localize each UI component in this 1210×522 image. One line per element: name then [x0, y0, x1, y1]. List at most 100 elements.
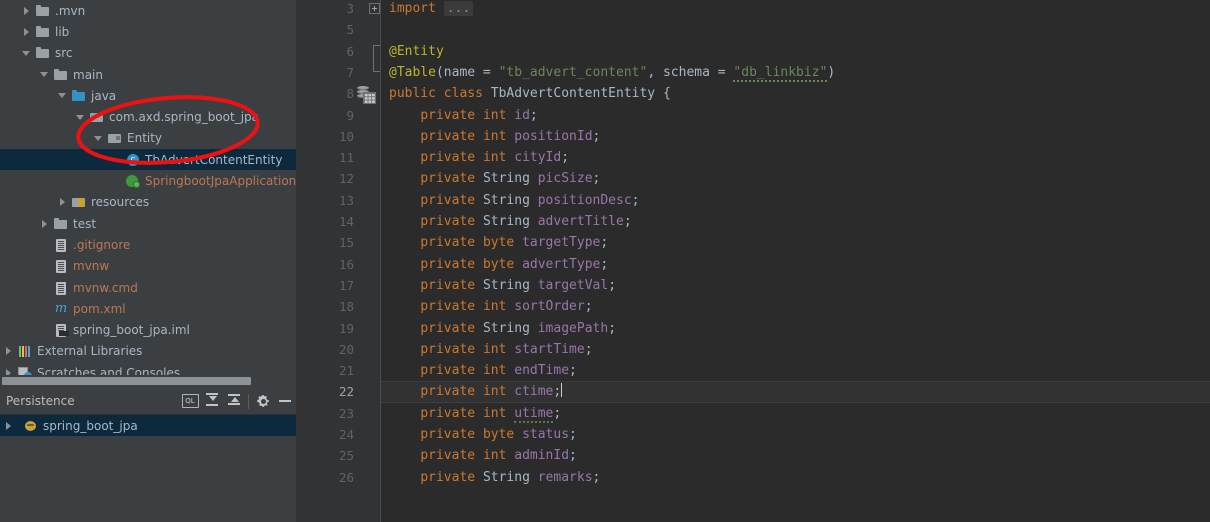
code-line[interactable]: private String picSize;	[381, 168, 1210, 189]
tree-item-label: pom.xml	[73, 301, 126, 316]
tree-item-src[interactable]: src	[0, 43, 296, 64]
fold-collapse-icon[interactable]	[368, 57, 380, 83]
chevron-right-icon[interactable]	[4, 367, 15, 375]
folder-icon	[35, 45, 51, 61]
persistence-item-spring-boot-jpa[interactable]: spring_boot_jpa	[0, 415, 296, 436]
code-token: "db_linkbiz"	[733, 64, 828, 82]
code-token: targetType	[522, 235, 601, 251]
code-line[interactable]: private String positionDesc;	[381, 190, 1210, 211]
code-line[interactable]: private String targetVal;	[381, 275, 1210, 296]
code-line[interactable]: private byte status;	[381, 424, 1210, 445]
tree-item-spring-boot-jpa-iml[interactable]: spring_boot_jpa.iml	[0, 320, 296, 341]
code-token: private	[420, 192, 483, 208]
code-line[interactable]: private int utime;	[381, 403, 1210, 424]
chevron-down-icon[interactable]	[94, 133, 105, 144]
collapse-all-button[interactable]	[223, 390, 245, 412]
code-line[interactable]: private int startTime;	[381, 339, 1210, 360]
code-line[interactable]: @Table(name = "tb_advert_content", schem…	[381, 62, 1210, 83]
scrollbar-thumb[interactable]	[2, 377, 251, 385]
directory-icon	[107, 130, 123, 146]
chevron-down-icon[interactable]	[58, 90, 69, 101]
tree-item-tbadvertcontententity[interactable]: TbAdvertContentEntity	[0, 149, 296, 171]
chevron-right-icon[interactable]	[4, 420, 15, 431]
code-token: ;	[631, 192, 640, 208]
code-line[interactable]: private int sortOrder;	[381, 296, 1210, 317]
fold-expand-icon[interactable]	[368, 0, 380, 19]
editor-code-area[interactable]: import ... @Entity @Table(name = "tb_adver…	[381, 0, 1210, 522]
tree-item-test[interactable]: test	[0, 213, 296, 234]
chevron-right-icon[interactable]	[40, 218, 51, 229]
settings-button[interactable]	[252, 390, 274, 412]
code-line[interactable]: private int positionId;	[381, 126, 1210, 147]
project-tree-horizontal-scrollbar[interactable]	[0, 375, 296, 388]
chevron-right-icon[interactable]	[22, 26, 33, 37]
code-line[interactable]: private int adminId;	[381, 445, 1210, 466]
code-editor[interactable]: 3 5 6 7 8 9 10 11 12 13 14 15 16 17 18 19 20 21 22 23 24 25 26…	[296, 0, 1210, 522]
code-line[interactable]: private int cityId;	[381, 147, 1210, 168]
chevron-down-icon[interactable]	[22, 48, 33, 59]
code-token: private	[420, 171, 483, 187]
chevron-right-icon[interactable]	[22, 5, 33, 16]
tree-item-label: lib	[55, 24, 70, 39]
code-line[interactable]: private String advertTitle;	[381, 211, 1210, 232]
gutter-line-number: 7	[346, 64, 354, 80]
code-token: ;	[584, 341, 593, 357]
code-token: private	[420, 299, 483, 315]
code-line[interactable]: private byte advertType;	[381, 254, 1210, 275]
gutter-line-number: 10	[338, 128, 354, 144]
code-line[interactable]: private String imagePath;	[381, 318, 1210, 339]
code-token: TbAdvertContentEntity	[490, 86, 656, 102]
tree-item-gitignore[interactable]: .gitignore	[0, 234, 296, 255]
tree-item-pom-xml[interactable]: pom.xml	[0, 298, 296, 319]
expand-all-button[interactable]	[201, 390, 223, 412]
code-token: ;	[592, 469, 601, 485]
code-token: int	[482, 448, 515, 464]
chevron-right-icon[interactable]	[58, 197, 69, 208]
tree-item-mvnw[interactable]: mvnw	[0, 256, 296, 277]
code-token: private	[420, 214, 483, 229]
tree-item-mvn[interactable]: .mvn	[0, 0, 296, 21]
scratches-icon	[17, 365, 33, 375]
tree-item-resources[interactable]: resources	[0, 192, 296, 213]
console-ql-button[interactable]: QL	[179, 390, 201, 412]
tree-item-java[interactable]: java	[0, 85, 296, 106]
code-line[interactable]: private int endTime;	[381, 360, 1210, 381]
code-line[interactable]: private int id;	[381, 105, 1210, 126]
tree-item-springbootjpaapplication[interactable]: SpringbootJpaApplication	[0, 170, 296, 191]
persistence-tree[interactable]: spring_boot_jpa	[0, 415, 296, 436]
persistence-title: Persistence	[6, 394, 75, 408]
chevron-right-icon[interactable]	[4, 346, 15, 357]
gutter-line-number: 17	[338, 277, 354, 293]
chevron-down-icon[interactable]	[40, 69, 51, 80]
code-line[interactable]	[381, 19, 1210, 40]
tree-item-entity[interactable]: Entity	[0, 128, 296, 149]
persistence-header: Persistence QL	[0, 388, 296, 415]
project-tree[interactable]: .mvn lib src main java com.axd.spring_boot_jp…	[0, 0, 296, 375]
tree-item-external-libraries[interactable]: External Libraries	[0, 341, 296, 362]
tree-item-mvnw-cmd[interactable]: mvnw.cmd	[0, 277, 296, 298]
tree-item-main[interactable]: main	[0, 64, 296, 85]
gutter-line-number: 22	[338, 384, 354, 400]
code-line[interactable]: private int ctime;	[381, 381, 1210, 403]
tree-item-scratches-and-consoles[interactable]: Scratches and Consoles	[0, 362, 296, 375]
folder-icon	[35, 24, 51, 40]
code-line[interactable]: import ...	[381, 0, 1210, 19]
tree-item-com-axd-spring-boot-jpa[interactable]: com.axd.spring_boot_jpa	[0, 107, 296, 128]
hide-button[interactable]	[274, 390, 296, 412]
chevron-down-icon[interactable]	[76, 112, 87, 123]
tree-item-lib[interactable]: lib	[0, 21, 296, 42]
code-line[interactable]: @Entity	[381, 41, 1210, 62]
code-token: class	[443, 86, 491, 102]
tree-item-label: spring_boot_jpa.iml	[73, 323, 190, 338]
code-line[interactable]: public class TbAdvertContentEntity {	[381, 83, 1210, 104]
database-table-icon[interactable]	[354, 83, 378, 105]
code-line[interactable]: private byte targetType;	[381, 232, 1210, 253]
ide-window: .mvn lib src main java com.axd.spring_boot_jp…	[0, 0, 1210, 522]
spring-app-icon	[125, 173, 141, 189]
editor-gutter[interactable]: 3 5 6 7 8 9 10 11 12 13 14 15 16 17 18 19 20 21 22 23 24 25 26	[296, 0, 380, 522]
code-line[interactable]: private String remarks;	[381, 467, 1210, 488]
